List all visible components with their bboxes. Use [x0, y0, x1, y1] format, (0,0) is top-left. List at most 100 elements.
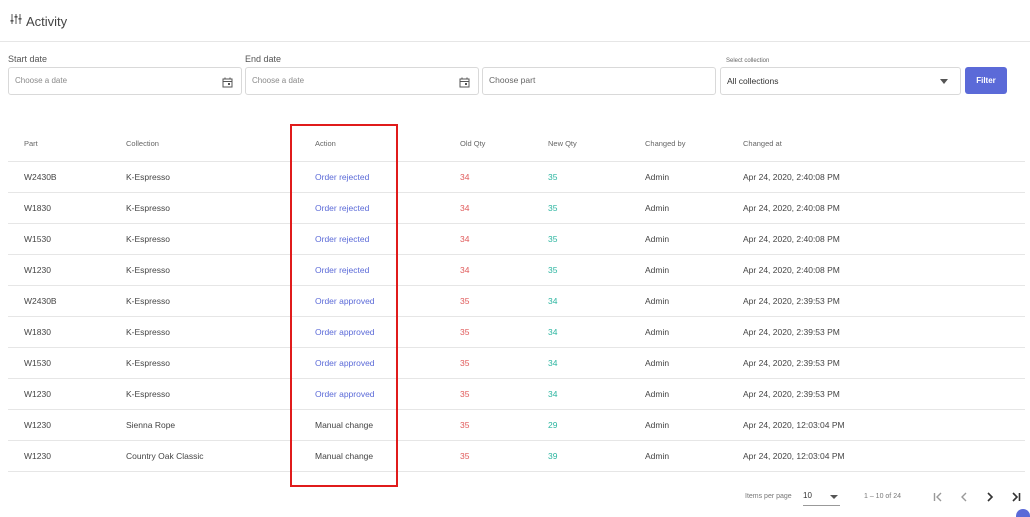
cell-action[interactable]: Order rejected	[315, 162, 369, 192]
cell-new-qty: 34	[548, 296, 558, 306]
cell-action[interactable]: Order rejected	[315, 224, 369, 254]
chevron-down-icon	[830, 495, 838, 499]
cell-action[interactable]: Order approved	[315, 348, 375, 378]
cell-part: W1230	[24, 265, 51, 275]
calendar-icon[interactable]	[459, 75, 470, 93]
last-page-icon[interactable]	[1008, 489, 1024, 505]
cell-changed-at: Apr 24, 2020, 2:40:08 PM	[743, 203, 840, 213]
table-row[interactable]: W1830 K-Espresso Order rejected 34 35 Admin Ap…	[8, 193, 1025, 224]
filter-bar: Start date Choose a date End date Choose…	[0, 48, 1030, 108]
column-header-changed-at[interactable]: Changed at	[743, 125, 782, 161]
table-body: W2430B K-Espresso Order rejected 34 35 Admin A…	[8, 162, 1025, 472]
cell-changed-at: Apr 24, 2020, 12:03:04 PM	[743, 451, 845, 461]
cell-old-qty: 35	[460, 358, 470, 368]
cell-collection: Country Oak Classic	[126, 451, 204, 461]
column-header-action[interactable]: Action	[315, 125, 336, 161]
table-row[interactable]: W1230 K-Espresso Order rejected 34 35 Admin Ap…	[8, 255, 1025, 286]
end-date-placeholder: Choose a date	[252, 76, 305, 85]
cell-old-qty: 34	[460, 265, 470, 275]
collection-value: All collections	[727, 76, 779, 86]
table-row[interactable]: W1830 K-Espresso Order approved 35 34 Admin Ap…	[8, 317, 1025, 348]
items-per-page-select[interactable]: 10	[803, 490, 840, 506]
cell-collection: K-Espresso	[126, 203, 170, 213]
cell-part: W1530	[24, 358, 51, 368]
calendar-icon[interactable]	[222, 75, 233, 93]
cell-collection: K-Espresso	[126, 389, 170, 399]
cell-action[interactable]: Order approved	[315, 317, 375, 347]
cell-changed-at: Apr 24, 2020, 2:40:08 PM	[743, 172, 840, 182]
cell-changed-at: Apr 24, 2020, 2:39:53 PM	[743, 358, 840, 368]
cell-changed-at: Apr 24, 2020, 2:39:53 PM	[743, 389, 840, 399]
page-header: Activity	[10, 12, 67, 30]
part-placeholder: Choose part	[489, 75, 536, 85]
column-header-new-qty[interactable]: New Qty	[548, 125, 577, 161]
column-header-old-qty[interactable]: Old Qty	[460, 125, 485, 161]
first-page-icon[interactable]	[930, 489, 946, 505]
table-row[interactable]: W1530 K-Espresso Order rejected 34 35 Admin Ap…	[8, 224, 1025, 255]
filter-button[interactable]: Filter	[965, 67, 1007, 94]
page-title: Activity	[26, 13, 68, 29]
cell-collection: K-Espresso	[126, 234, 170, 244]
cell-old-qty: 35	[460, 389, 470, 399]
table-row[interactable]: W2430B K-Espresso Order approved 35 34 Admin A…	[8, 286, 1025, 317]
cell-new-qty: 34	[548, 358, 558, 368]
table-row[interactable]: W2430B K-Espresso Order rejected 34 35 Admin A…	[8, 162, 1025, 193]
next-page-icon[interactable]	[982, 489, 998, 505]
cell-part: W1230	[24, 451, 51, 461]
cell-changed-at: Apr 24, 2020, 12:03:04 PM	[743, 420, 845, 430]
paginator: Items per page 10 1 – 10 of 24	[0, 487, 1030, 512]
cell-changed-by: Admin	[645, 389, 670, 399]
cell-part: W2430B	[24, 296, 57, 306]
cell-changed-by: Admin	[645, 203, 670, 213]
collection-select[interactable]: All collections	[720, 67, 961, 95]
cell-collection: K-Espresso	[126, 265, 170, 275]
cell-changed-by: Admin	[645, 451, 670, 461]
cell-collection: K-Espresso	[126, 172, 170, 182]
cell-new-qty: 35	[548, 203, 558, 213]
end-date-field[interactable]: Choose a date	[245, 67, 479, 95]
items-per-page-value: 10	[803, 491, 812, 500]
cell-collection: Sienna Rope	[126, 420, 176, 430]
sliders-icon	[10, 12, 22, 30]
cell-collection: K-Espresso	[126, 327, 170, 337]
cell-new-qty: 35	[548, 172, 558, 182]
cell-old-qty: 34	[460, 203, 470, 213]
cell-action: Manual change	[315, 420, 374, 430]
cell-old-qty: 35	[460, 327, 470, 337]
cell-changed-by: Admin	[645, 172, 670, 182]
cell-changed-by: Admin	[645, 265, 670, 275]
floating-action-button[interactable]	[1016, 509, 1030, 517]
cell-new-qty: 29	[548, 420, 558, 430]
cell-part: W1530	[24, 234, 51, 244]
start-date-field[interactable]: Choose a date	[8, 67, 242, 95]
cell-action[interactable]: Order rejected	[315, 193, 369, 223]
previous-page-icon[interactable]	[956, 489, 972, 505]
column-header-collection[interactable]: Collection	[126, 125, 159, 161]
cell-changed-by: Admin	[645, 358, 670, 368]
part-field[interactable]: Choose part	[482, 67, 716, 95]
table-row[interactable]: W1230 Country Oak Classic Manual change 35 3…	[8, 441, 1025, 472]
cell-changed-at: Apr 24, 2020, 2:39:53 PM	[743, 296, 840, 306]
start-date-placeholder: Choose a date	[15, 76, 68, 85]
column-header-part[interactable]: Part	[24, 125, 38, 161]
cell-part: W1830	[24, 327, 51, 337]
table-row[interactable]: W1230 Sienna Rope Manual change 35 29 Admin Ap…	[8, 410, 1025, 441]
cell-part: W2430B	[24, 172, 57, 182]
cell-action[interactable]: Order approved	[315, 286, 375, 316]
cell-changed-at: Apr 24, 2020, 2:40:08 PM	[743, 265, 840, 275]
cell-action[interactable]: Order rejected	[315, 255, 369, 285]
start-date-label: Start date	[8, 54, 48, 64]
cell-action[interactable]: Order approved	[315, 379, 375, 409]
cell-old-qty: 35	[460, 451, 470, 461]
table-row[interactable]: W1530 K-Espresso Order approved 35 34 Admin Ap…	[8, 348, 1025, 379]
cell-old-qty: 34	[460, 172, 470, 182]
column-header-changed-by[interactable]: Changed by	[645, 125, 685, 161]
activity-table: Part Collection Action Old Qty New Qty C…	[8, 125, 1025, 472]
table-row[interactable]: W1230 K-Espresso Order approved 35 34 Admin Ap…	[8, 379, 1025, 410]
cell-part: W1230	[24, 389, 51, 399]
collection-label: Select collection	[726, 58, 770, 64]
page-range-label: 1 – 10 of 24	[864, 493, 901, 500]
cell-collection: K-Espresso	[126, 358, 170, 368]
items-per-page-label: Items per page	[745, 493, 792, 500]
cell-changed-by: Admin	[645, 327, 670, 337]
